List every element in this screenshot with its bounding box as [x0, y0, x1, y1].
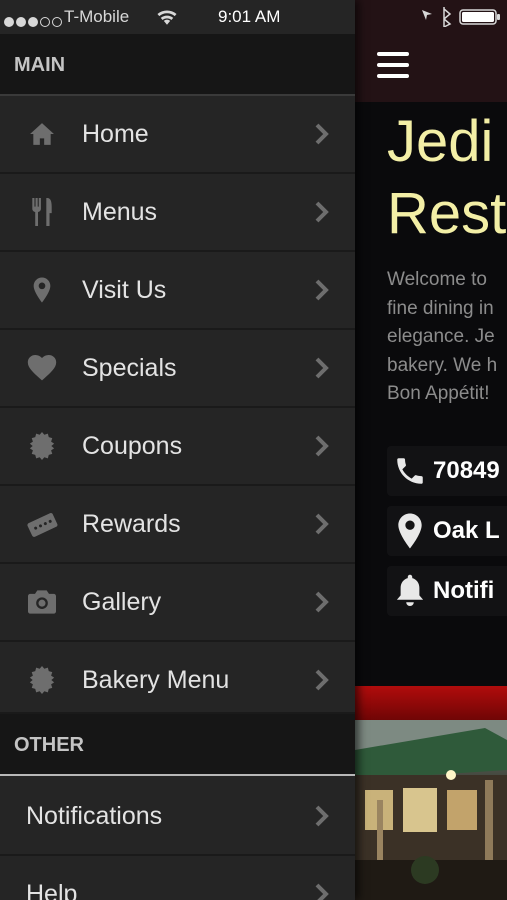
ticket-icon	[26, 508, 58, 540]
hamburger-menu-icon[interactable]	[377, 52, 409, 78]
badge-icon	[26, 430, 58, 462]
restaurant-title: Jedi Rest	[387, 109, 507, 246]
menu-item-coupons[interactable]: Coupons	[0, 408, 355, 486]
menu-item-home[interactable]: Home	[0, 96, 355, 174]
badge-icon	[26, 664, 58, 696]
location-pin-icon	[387, 513, 433, 549]
address-row[interactable]: Oak L	[387, 506, 507, 556]
status-time: 9:01 AM	[218, 7, 281, 26]
menu-item-menus[interactable]: Menus	[0, 174, 355, 252]
phone-row[interactable]: 70849	[387, 446, 507, 496]
menu-item-specials[interactable]: Specials	[0, 330, 355, 408]
heart-icon	[26, 352, 58, 384]
status-right-icons	[414, 7, 504, 29]
bell-icon	[387, 574, 433, 608]
camera-icon	[26, 586, 58, 618]
menu-item-label: Bakery Menu	[82, 666, 230, 694]
menu-item-label: Rewards	[82, 510, 181, 538]
menu-item-visit-us[interactable]: Visit Us	[0, 252, 355, 330]
side-drawer: MAIN Home Menus Visit Us Specials Coupon…	[0, 0, 355, 900]
menu-item-label: Specials	[82, 354, 177, 382]
carrier-name: T-Mobile	[64, 7, 130, 26]
address-text: Oak L	[433, 517, 500, 544]
welcome-text: Welcome to fine dining in elegance. Je b…	[387, 269, 498, 404]
menu-item-label: Visit Us	[82, 276, 167, 304]
fork-knife-icon	[26, 196, 58, 228]
chevron-right-icon	[311, 882, 333, 900]
menu-item-rewards[interactable]: Rewards	[0, 486, 355, 564]
home-icon	[26, 118, 58, 150]
restaurant-photo	[355, 720, 507, 900]
red-banner	[355, 686, 507, 722]
menu-item-label: Coupons	[82, 432, 183, 460]
main-content: Jedi Rest Welcome to fine dining in eleg…	[355, 0, 507, 900]
wifi-icon	[156, 8, 178, 30]
chevron-right-icon	[311, 512, 333, 536]
notifications-text: Notifi	[433, 577, 495, 604]
bluetooth-icon	[443, 7, 452, 29]
menu-item-label: Help	[26, 880, 78, 900]
menu-item-bakery-menu[interactable]: Bakery Menu	[0, 642, 355, 714]
menu-item-notifications[interactable]: Notifications	[0, 778, 355, 856]
chevron-right-icon	[311, 668, 333, 692]
chevron-right-icon	[311, 356, 333, 380]
main-section-header: MAIN	[0, 34, 355, 96]
location-arrow-icon	[422, 10, 432, 20]
menu-item-label: Home	[82, 120, 149, 148]
signal-strength-icon	[4, 12, 64, 32]
menu-item-label: Menus	[82, 198, 158, 226]
menu-item-gallery[interactable]: Gallery	[0, 564, 355, 642]
chevron-right-icon	[311, 200, 333, 224]
chevron-right-icon	[311, 122, 333, 146]
notifications-row[interactable]: Notifi	[387, 566, 507, 616]
location-pin-icon	[26, 274, 58, 306]
menu-item-label: Notifications	[26, 802, 163, 830]
chevron-right-icon	[311, 804, 333, 828]
chevron-right-icon	[311, 434, 333, 458]
other-section-header: OTHER	[0, 714, 355, 776]
menu-item-help[interactable]: Help	[0, 856, 355, 900]
phone-number: 70849	[433, 457, 500, 484]
status-bar: T-Mobile 9:01 AM	[0, 0, 507, 34]
chevron-right-icon	[311, 278, 333, 302]
phone-icon	[387, 454, 433, 488]
menu-item-label: Gallery	[82, 588, 162, 616]
chevron-right-icon	[311, 590, 333, 614]
